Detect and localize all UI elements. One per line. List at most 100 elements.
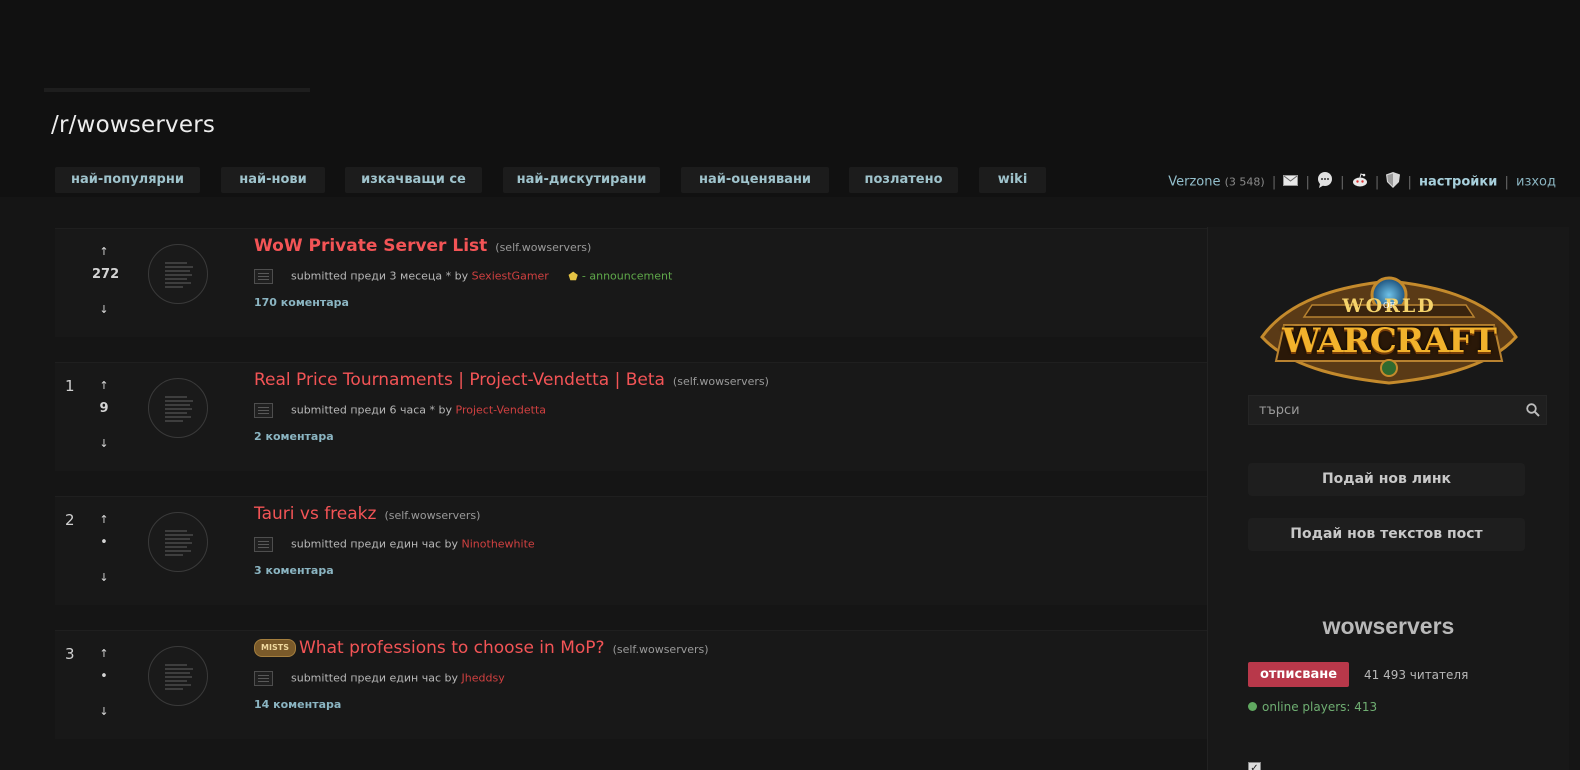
downvote-arrow-icon[interactable]: ↓ xyxy=(92,437,116,451)
post-domain[interactable]: (self.wowservers) xyxy=(384,509,480,522)
post-title-line: MISTS What professions to choose in MoP? (… xyxy=(254,638,709,658)
subreddit-title[interactable]: /r/wowservers xyxy=(51,112,215,138)
author-link[interactable]: Project-Vendetta xyxy=(456,404,547,417)
upvote-arrow-icon[interactable]: ↑ xyxy=(92,379,116,393)
upvote-arrow-icon[interactable]: ↑ xyxy=(92,513,116,527)
tab-hot[interactable]: най-популярни xyxy=(55,167,200,193)
sidebar-checkbox-row: ✓ xyxy=(1248,756,1525,770)
post-title-link[interactable]: What professions to choose in MoP? xyxy=(299,638,605,658)
author-link[interactable]: SexiestGamer xyxy=(472,270,549,283)
distinguished-tag: - announcement xyxy=(581,269,673,283)
vote-box: ↑ 9 ↓ xyxy=(92,379,116,451)
separator: | xyxy=(1340,174,1345,190)
reader-count: 41 493 читателя xyxy=(1364,668,1469,682)
post-meta: submitted преди един час by Jheddsy xyxy=(254,671,505,686)
submitted-text: submitted преди един час by xyxy=(291,537,459,551)
comments-link[interactable]: 170 коментара xyxy=(254,296,349,309)
post-rank: 3 xyxy=(65,645,75,663)
self-post-thumbnail[interactable] xyxy=(148,512,208,572)
online-dot-icon xyxy=(1248,702,1257,711)
self-post-thumbnail[interactable] xyxy=(148,646,208,706)
unsubscribe-button[interactable]: отписване xyxy=(1248,662,1349,687)
tab-controversial[interactable]: най-дискутирани xyxy=(503,167,660,193)
subreddit-name: wowservers xyxy=(1322,613,1455,639)
separator: | xyxy=(1374,174,1380,190)
logout-link[interactable]: изход xyxy=(1516,175,1556,190)
upvote-arrow-icon[interactable]: ↑ xyxy=(92,245,116,259)
comments-link[interactable]: 2 коментара xyxy=(254,430,334,443)
post-title-link[interactable]: Real Price Tournaments | Project-Vendett… xyxy=(254,370,665,390)
self-post-thumbnail[interactable] xyxy=(148,244,208,304)
shield-icon[interactable] xyxy=(1386,172,1401,192)
post-row: 3 ↑ • ↓ MISTS What professions to choose … xyxy=(55,630,1207,739)
submit-text-button[interactable]: Подай нов текстов пост xyxy=(1248,518,1525,551)
tab-gilded[interactable]: позлатено xyxy=(849,167,958,193)
self-post-icon xyxy=(254,537,273,552)
submitted-text: submitted преди 3 месеца * by xyxy=(291,269,469,283)
sidebar: WORLD OF WARCRAFT Подай нов линк Подай н… xyxy=(1207,227,1569,770)
downvote-arrow-icon[interactable]: ↓ xyxy=(92,303,116,317)
post-title-line: Real Price Tournaments | Project-Vendett… xyxy=(254,370,769,390)
announcement-star-icon: ⬟ xyxy=(568,269,578,283)
tab-new[interactable]: най-нови xyxy=(221,167,325,193)
vote-box: ↑ • ↓ xyxy=(92,513,116,585)
post-score: 9 xyxy=(99,401,109,416)
post-score: • xyxy=(100,669,108,684)
post-domain[interactable]: (self.wowservers) xyxy=(613,643,709,656)
mail-icon[interactable] xyxy=(1283,174,1299,190)
author-link[interactable]: Ninothewhite xyxy=(462,538,535,551)
separator: | xyxy=(1407,174,1412,190)
username-link[interactable]: Verzone xyxy=(1168,175,1220,190)
post-title-line: Tauri vs freakz (self.wowservers) xyxy=(254,504,480,524)
post-score: 272 xyxy=(92,267,120,282)
self-post-thumbnail[interactable] xyxy=(148,378,208,438)
separator: | xyxy=(1305,174,1310,190)
post-title-link[interactable]: WoW Private Server List xyxy=(254,236,487,256)
search-input[interactable] xyxy=(1249,396,1529,424)
tab-rising[interactable]: изкачващи се xyxy=(345,167,482,193)
post-row: 2 ↑ • ↓ Tauri vs freakz (self.wowservers)… xyxy=(55,496,1207,605)
comments-link[interactable]: 14 коментара xyxy=(254,698,341,711)
search-icon[interactable] xyxy=(1526,402,1540,421)
vote-box: ↑ 272 ↓ xyxy=(92,245,120,317)
logo-warcraft-text: WARCRAFT xyxy=(1282,321,1497,361)
comments-link[interactable]: 3 коментара xyxy=(254,564,334,577)
submitted-text: submitted преди един час by xyxy=(291,671,459,685)
post-rank: 2 xyxy=(65,511,75,529)
separator: | xyxy=(1271,174,1277,190)
submitted-text: submitted преди 6 часа * by xyxy=(291,403,453,417)
post-meta: submitted преди 6 часа * by Project-Vend… xyxy=(254,403,546,418)
karma-count: (3 548) xyxy=(1224,175,1265,189)
post-domain[interactable]: (self.wowservers) xyxy=(495,241,591,254)
post-meta: submitted преди 3 месеца * by SexiestGam… xyxy=(254,269,672,284)
reddit-alien-icon[interactable] xyxy=(1352,173,1368,191)
post-score: • xyxy=(100,535,108,550)
post-title-link[interactable]: Tauri vs freakz xyxy=(254,504,376,524)
self-post-icon xyxy=(254,269,273,284)
post-rank: 1 xyxy=(65,377,75,395)
tab-top[interactable]: най-оценявани xyxy=(681,167,829,193)
post-domain[interactable]: (self.wowservers) xyxy=(673,375,769,388)
self-post-icon xyxy=(254,403,273,418)
submit-link-button[interactable]: Подай нов линк xyxy=(1248,463,1525,496)
header: /r/wowservers най-популярни най-нови изк… xyxy=(0,0,1580,197)
self-post-icon xyxy=(254,671,273,686)
online-players-text: online players: 413 xyxy=(1262,700,1378,714)
user-bar: Verzone (3 548) | | | | | настройки | из… xyxy=(1168,172,1556,192)
mists-flair-icon: MISTS xyxy=(254,639,296,657)
tab-wiki[interactable]: wiki xyxy=(979,167,1046,193)
downvote-arrow-icon[interactable]: ↓ xyxy=(92,571,116,585)
logo-of-text: OF xyxy=(1382,301,1396,310)
online-players: online players: 413 xyxy=(1248,700,1377,714)
world-of-warcraft-logo: WORLD OF WARCRAFT xyxy=(1252,275,1526,385)
post-row: 1 ↑ 9 ↓ Real Price Tournaments | Project… xyxy=(55,362,1207,471)
preferences-link[interactable]: настройки xyxy=(1419,175,1497,190)
upvote-arrow-icon[interactable]: ↑ xyxy=(92,647,116,661)
checkbox[interactable]: ✓ xyxy=(1248,762,1261,770)
chat-icon[interactable] xyxy=(1317,172,1333,192)
post-meta: submitted преди един час by Ninothewhite xyxy=(254,537,535,552)
author-link[interactable]: Jheddsy xyxy=(462,672,505,685)
downvote-arrow-icon[interactable]: ↓ xyxy=(92,705,116,719)
post-title-line: WoW Private Server List (self.wowservers) xyxy=(254,236,591,256)
separator: | xyxy=(1504,174,1509,190)
